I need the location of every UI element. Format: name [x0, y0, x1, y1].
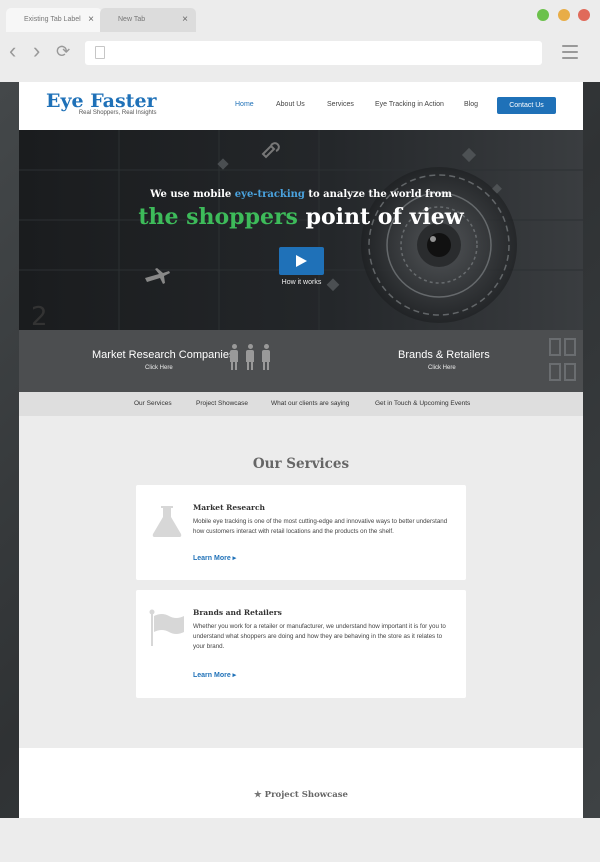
close-tab-icon[interactable]: × — [88, 14, 94, 25]
project-showcase-section: ★ Project Showcase — [19, 748, 583, 818]
subnav-project-showcase[interactable]: Project Showcase — [196, 400, 248, 407]
section-title-our-services: Our Services — [252, 456, 350, 472]
page-frame: Eye Faster Real Shoppers, Real Insights … — [0, 82, 600, 818]
play-video-button[interactable] — [279, 247, 324, 275]
browser-bottom-bar — [0, 818, 600, 862]
hero-banner: 2 We use mobile eye-tracking to analyze … — [19, 130, 583, 330]
svg-text:2: 2 — [31, 302, 48, 330]
tab-new[interactable]: New Tab × — [100, 8, 196, 32]
site-header: Eye Faster Real Shoppers, Real Insights … — [19, 82, 583, 130]
tab-label: New Tab — [118, 16, 146, 23]
logo[interactable]: Eye Faster Real Shoppers, Real Insights — [46, 90, 157, 116]
segment-market-research-title[interactable]: Market Research Companies — [92, 349, 234, 361]
nav-blog[interactable]: Blog — [464, 101, 478, 108]
play-icon — [296, 255, 307, 267]
nav-home[interactable]: Home — [235, 101, 254, 108]
hero-intro-text-end: to analyze the world from — [304, 189, 452, 200]
star-icon: ★ — [254, 790, 262, 800]
nav-services[interactable]: Services — [327, 101, 354, 108]
tab-label: Existing Tab Label — [24, 16, 81, 23]
section-subnav: Our Services Project Showcase What our c… — [19, 392, 583, 416]
browser-chrome: Existing Tab Label × New Tab × ‹ › ⟳ — [0, 0, 600, 82]
hero-intro-highlight: eye-tracking — [234, 189, 305, 200]
card-title: Market Research — [193, 503, 265, 512]
audience-band: Market Research Companies Click Here Bra… — [19, 330, 583, 392]
segment-brands-title[interactable]: Brands & Retailers — [398, 349, 490, 361]
flask-icon — [152, 506, 182, 537]
back-arrow-icon[interactable]: ‹ — [9, 40, 16, 62]
person-icon — [245, 344, 255, 370]
contact-us-button[interactable]: Contact Us — [497, 97, 556, 114]
hero-headline-green: the shoppers — [138, 204, 298, 230]
subnav-get-in-touch[interactable]: Get in Touch & Upcoming Events — [375, 400, 470, 407]
hero-headline: the shoppers point of view — [19, 204, 583, 230]
subnav-client-testimonials[interactable]: What our clients are saying — [271, 400, 349, 407]
reload-icon[interactable]: ⟳ — [56, 43, 70, 60]
flag-icon — [149, 609, 184, 646]
tab-existing[interactable]: Existing Tab Label × — [6, 8, 102, 32]
digital-display-icon — [549, 338, 576, 381]
service-card-brands-retailers: Brands and Retailers Whether you work fo… — [136, 590, 466, 698]
website: Eye Faster Real Shoppers, Real Insights … — [19, 82, 583, 818]
showcase-title-text: Project Showcase — [264, 790, 348, 800]
segment-brands-link[interactable]: Click Here — [428, 365, 456, 371]
card-title: Brands and Retailers — [193, 608, 282, 617]
hero-intro-text: We use mobile — [150, 189, 235, 200]
card-description: Whether you work for a retailer or manuf… — [193, 623, 446, 650]
nav-eye-tracking[interactable]: Eye Tracking in Action — [375, 101, 444, 108]
address-bar[interactable] — [85, 41, 542, 65]
segment-market-research-link[interactable]: Click Here — [145, 365, 173, 371]
learn-more-link[interactable]: Learn More ▸ — [193, 671, 236, 679]
section-title-project-showcase: ★ Project Showcase — [19, 790, 583, 800]
nav-about-us[interactable]: About Us — [276, 101, 305, 108]
person-icon — [229, 344, 239, 370]
logo-title: Eye Faster — [46, 90, 157, 112]
hero-background-image: 2 — [19, 130, 583, 330]
close-tab-icon[interactable]: × — [182, 14, 188, 25]
minimize-window-button[interactable] — [558, 9, 570, 21]
browser-menu-icon[interactable] — [562, 45, 578, 63]
maximize-window-button[interactable] — [537, 9, 549, 21]
person-icon — [261, 344, 271, 370]
hero-intro: We use mobile eye-tracking to analyze th… — [19, 189, 583, 200]
hero-headline-white: point of view — [297, 204, 464, 230]
how-it-works-label[interactable]: How it works — [259, 279, 344, 286]
card-description: Mobile eye tracking is one of the most c… — [193, 518, 448, 535]
learn-more-link[interactable]: Learn More ▸ — [193, 554, 236, 562]
subnav-our-services[interactable]: Our Services — [134, 400, 172, 407]
service-card-market-research: Market Research Mobile eye tracking is o… — [136, 485, 466, 580]
close-window-button[interactable] — [578, 9, 590, 21]
forward-arrow-icon[interactable]: › — [33, 40, 40, 62]
page-icon — [95, 46, 105, 59]
